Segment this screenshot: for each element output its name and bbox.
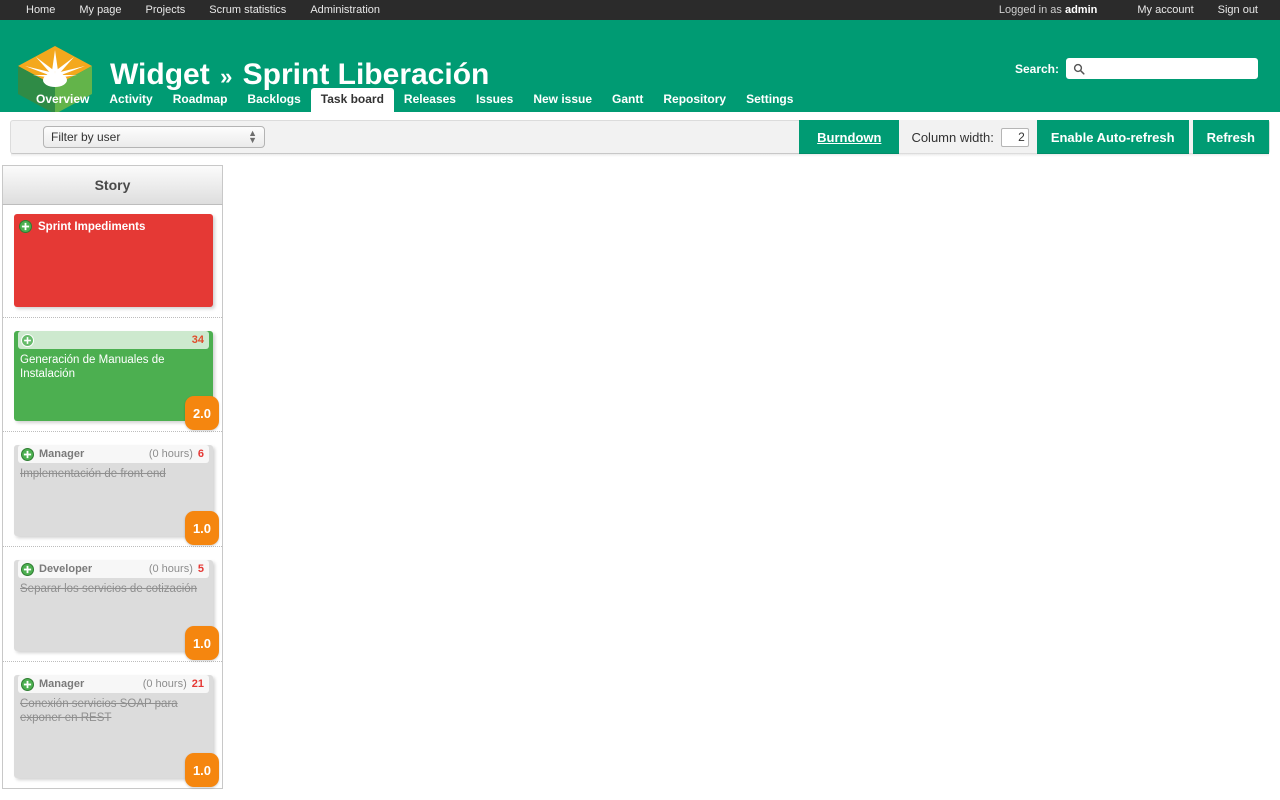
logged-in-username: admin [1064,4,1098,16]
task-card[interactable]: Manager (0 hours) 21 Conexión servicios … [14,675,219,787]
tab-activity[interactable]: Activity [99,88,162,112]
story-row: Manager (0 hours) 6 Implementación de fr… [3,432,222,547]
tab-releases[interactable]: Releases [394,88,466,112]
title-separator: » [220,64,233,89]
sign-out-link[interactable]: Sign out [1206,0,1270,20]
project-tabs: Overview Activity Roadmap Backlogs Task … [26,88,803,112]
search-icon [1073,63,1085,75]
story-row: Manager (0 hours) 21 Conexión servicios … [3,662,222,788]
project-name: Widget [110,58,210,91]
tab-backlogs[interactable]: Backlogs [237,88,310,112]
refresh-button[interactable]: Refresh [1192,120,1269,154]
top-menu-item-administration[interactable]: Administration [298,0,392,20]
add-circle-icon[interactable] [21,677,34,691]
story-card[interactable]: 34 Generación de Manuales de Instalación… [14,331,219,430]
story-card-header: 34 [18,331,209,349]
logged-in-status: Logged in as admin [999,0,1125,20]
top-menu-item-home[interactable]: Home [14,0,67,20]
task-card-role: Developer [39,563,93,575]
task-card[interactable]: Manager (0 hours) 6 Implementación de fr… [14,445,219,545]
toolbar-container: Filter by user ▲ ▼ Burndown Column width:… [0,112,1280,157]
sprint-name: Sprint Liberación [242,58,490,91]
add-circle-icon[interactable] [19,220,32,233]
top-menu-item-my-page[interactable]: My page [67,0,133,20]
tab-task-board[interactable]: Task board [310,88,394,112]
impediment-title-row: Sprint Impediments [14,214,213,233]
task-card[interactable]: Developer (0 hours) 5 Separar los servic… [14,560,219,660]
user-filter-select[interactable]: Filter by user [43,126,265,148]
task-card-header: Developer (0 hours) 5 [18,560,209,578]
story-card-title: Generación de Manuales de Instalación [20,354,165,380]
user-filter-wrapper: Filter by user ▲ ▼ [43,126,265,148]
board-toolbar: Filter by user ▲ ▼ Burndown Column width:… [10,120,1270,157]
impediment-card-title: Sprint Impediments [38,220,146,233]
task-card-id: 5 [197,563,204,575]
story-row: Sprint Impediments [3,205,222,318]
impediment-card[interactable]: Sprint Impediments [14,214,213,307]
task-points-badge: 1.0 [185,511,219,545]
task-card-hours: (0 hours) [142,678,187,690]
column-width-control: Column width: [899,120,1037,154]
task-card-title: Implementación de front end [20,468,166,480]
tab-new-issue[interactable]: New issue [523,88,602,112]
task-card-hours: (0 hours) [148,563,193,575]
top-account-bar: Home My page Projects Scrum statistics A… [0,0,1280,20]
task-card-role: Manager [39,448,85,460]
story-column: Story Sprint Impediments 34 Generación d… [2,165,223,789]
top-menu-item-projects[interactable]: Projects [134,0,198,20]
enable-auto-refresh-button[interactable]: Enable Auto-refresh [1036,120,1189,154]
story-points-badge: 2.0 [185,396,219,430]
search-box[interactable] [1066,58,1258,79]
task-card-id: 21 [191,678,204,690]
task-card-header: Manager (0 hours) 6 [18,445,209,463]
story-row: Developer (0 hours) 5 Separar los servic… [3,547,222,662]
tab-gantt[interactable]: Gantt [602,88,653,112]
page-title: Widget » Sprint Liberación [110,58,489,92]
tab-issues[interactable]: Issues [466,88,523,112]
top-menu-account-area: Logged in as admin My account Sign out [999,0,1270,20]
story-column-header: Story [2,165,223,205]
story-row: 34 Generación de Manuales de Instalación… [3,318,222,432]
burndown-button[interactable]: Burndown [799,120,900,154]
task-card-role: Manager [39,678,85,690]
task-card-header: Manager (0 hours) 21 [18,675,209,693]
task-card-hours: (0 hours) [148,448,193,460]
top-menu-item-scrum-statistics[interactable]: Scrum statistics [197,0,298,20]
toolbar-actions: Burndown Column width: Enable Auto-refre… [799,120,1269,154]
task-card-id: 6 [197,448,204,460]
task-card-title: Separar los servicios de cotización [20,583,198,595]
task-card-title: Conexión servicios SOAP para exponer en … [20,698,178,724]
project-header: Widget » Sprint Liberación Search: Overv… [0,20,1280,112]
logged-in-prefix: Logged in as [998,4,1065,16]
top-menu-links: Home My page Projects Scrum statistics A… [14,0,392,20]
tab-roadmap[interactable]: Roadmap [163,88,238,112]
add-circle-icon[interactable] [21,333,34,347]
quick-search: Search: [1015,58,1258,79]
tab-settings[interactable]: Settings [736,88,803,112]
add-circle-icon[interactable] [21,562,34,576]
tab-repository[interactable]: Repository [653,88,736,112]
task-points-badge: 1.0 [185,626,219,660]
story-card-id: 34 [191,334,204,346]
column-width-input[interactable] [1000,127,1029,147]
column-width-label: Column width: [911,129,994,145]
search-input[interactable] [1085,60,1245,77]
my-account-link[interactable]: My account [1125,0,1205,20]
board-empty-area [223,166,1280,789]
tab-overview[interactable]: Overview [26,88,99,112]
task-points-badge: 1.0 [185,753,219,787]
search-label: Search: [1014,61,1059,76]
add-circle-icon[interactable] [21,447,34,461]
task-board: Story Sprint Impediments 34 Generación d… [0,165,1280,789]
